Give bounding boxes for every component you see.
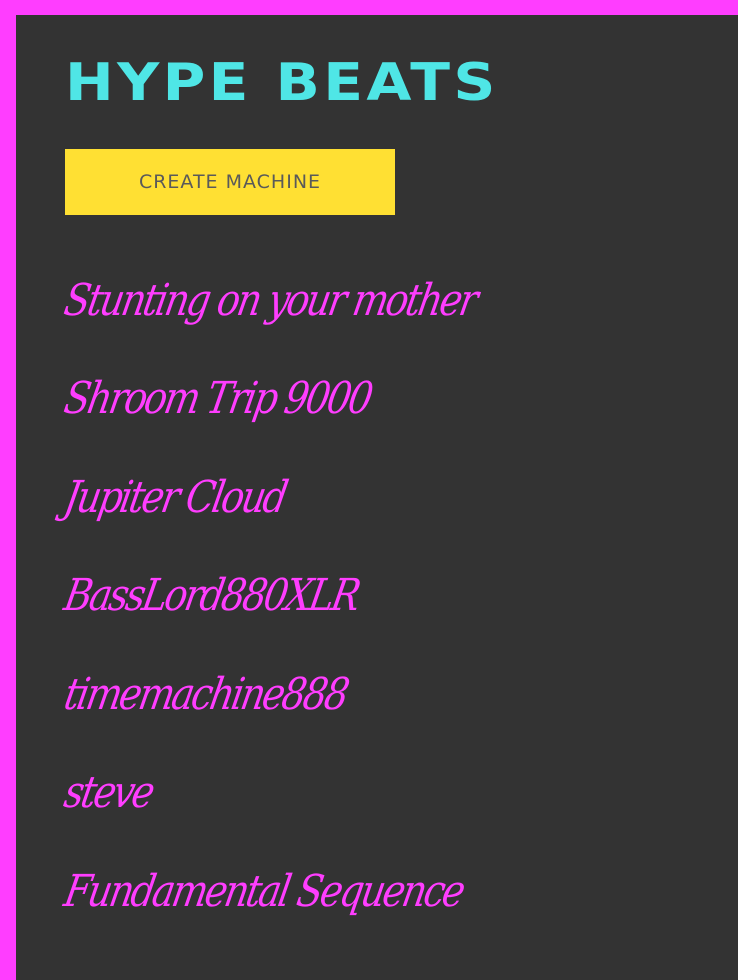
machine-list-item[interactable]: BassLord880XLR [60,547,548,646]
machine-name: Stunting on your mother [60,274,480,326]
create-machine-button[interactable]: CREATE MACHINE [65,149,395,215]
machine-list-item[interactable]: Shroom Trip 9000 [60,350,548,449]
app-panel: HYPE BEATS CREATE MACHINE Stunting on yo… [16,15,738,980]
machine-name: BassLord880XLR [60,570,363,622]
machine-name: Fundamental Sequence [60,865,467,917]
machine-list: Stunting on your mother Shroom Trip 9000… [60,251,548,941]
machine-list-item[interactable]: Stunting on your mother [60,251,548,350]
app-title: HYPE BEATS [65,53,499,113]
machine-name: Shroom Trip 9000 [60,373,375,425]
machine-list-item[interactable]: Jupiter Cloud [60,448,548,547]
machine-name: timemachine888 [60,668,351,720]
machine-list-item[interactable]: steve [60,744,548,843]
machine-list-item[interactable]: Fundamental Sequence [60,842,548,941]
machine-name: steve [60,767,157,819]
machine-list-item[interactable]: timemachine888 [60,645,548,744]
machine-name: Jupiter Cloud [60,471,290,523]
